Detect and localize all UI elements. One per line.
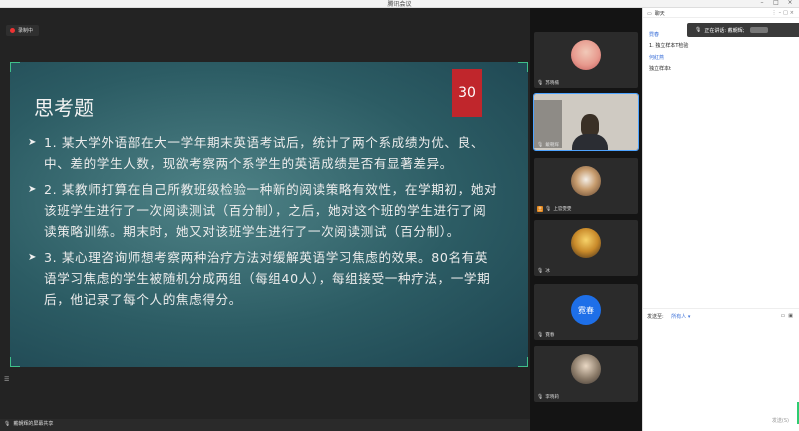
screen-share-indicator: 🎙 戴朝辉的屏幕共享 — [4, 420, 54, 428]
mic-icon: 🎙 — [4, 420, 11, 427]
speaker-avatar-blur — [750, 27, 769, 33]
chat-message-text: 1. 独立样本T检验 — [649, 43, 689, 49]
main-bottom-bar: 🎙 戴朝辉的屏幕共享 — [0, 419, 530, 431]
corner-mark — [10, 357, 20, 367]
chat-bubble-icon: ▭ — [647, 11, 652, 17]
participant-name-row: 🎙 冰 — [537, 268, 550, 274]
participant-name-row: 🎙 霓春 — [537, 332, 554, 338]
participant-name: 冰 — [545, 269, 550, 274]
minimize-icon[interactable]: – — [757, 0, 767, 6]
participant-tile[interactable]: 🎙 冰 — [534, 220, 638, 276]
bullet-text: 3. 某心理咨询师想考察两种治疗方法对缓解英语学习焦虑的效果。80名有英语学习焦… — [44, 250, 491, 307]
participant-name: 戴朝辉 — [545, 143, 559, 148]
send-to-dropdown[interactable]: 所有人 ▾ — [671, 314, 690, 320]
chat-panel: ▭ 聊天 ⋮–□× 🎙 正在讲话: 戴朝辉; 霓春 1. 独立样本T检验 何紅燕 … — [642, 8, 799, 431]
menu-icon[interactable]: ☰ — [4, 376, 9, 383]
share-label: 戴朝辉的屏幕共享 — [13, 421, 54, 427]
send-to-value: 所有人 — [671, 314, 687, 320]
arrow-bullet-icon: ➤ — [28, 184, 37, 195]
avatar: 霓春 — [571, 295, 601, 325]
participant-tile[interactable]: 霓春 🎙 霓春 — [534, 284, 638, 340]
participant-name: 李晓莉 — [545, 395, 559, 400]
recording-label: 录制中 — [18, 28, 34, 34]
meeting-app: 腾讯会议 – □ × 录制中 思考题 30 ➤ 1. 某大学外语部在大一学年期末英… — [0, 0, 799, 431]
slide-bullet: ➤ 1. 某大学外语部在大一学年期末英语考试后，统计了两个系成绩为优、良、中、差的… — [28, 132, 498, 174]
corner-mark — [518, 357, 528, 367]
participant-name-row: 🎙 李晓莉 — [537, 394, 559, 400]
avatar — [571, 166, 601, 196]
participant-tile[interactable]: 🎙 李晓莉 — [534, 346, 638, 402]
chat-window-controls[interactable]: ⋮–□× — [772, 10, 796, 16]
slide-bullet: ➤ 3. 某心理咨询师想考察两种治疗方法对缓解英语学习焦虑的效果。80名有英语学习… — [28, 247, 498, 310]
title-bar: 腾讯会议 – □ × — [0, 0, 799, 8]
mic-icon: 🎙 — [537, 332, 544, 338]
slide-title: 思考题 — [34, 96, 94, 120]
participant-list: 🎙 苏晓楠 🎙 戴朝辉 主 🎙 上官雯雯 🎙 冰 霓春 🎙 霓春 🎙 李晓莉 — [530, 8, 642, 431]
slide-bullet-list: ➤ 1. 某大学外语部在大一学年期末英语考试后，统计了两个系成绩为优、良、中、差的… — [28, 132, 498, 315]
slide-bullet: ➤ 2. 某教师打算在自己所教班级检验一种新的阅读策略有效性，在学期初，她对该班学… — [28, 179, 498, 242]
shared-screen-area: 录制中 思考题 30 ➤ 1. 某大学外语部在大一学年期末英语考试后，统计了两个系… — [0, 8, 530, 419]
participant-tile[interactable]: 主 🎙 上官雯雯 — [534, 158, 638, 214]
mic-icon: 🎙 — [537, 394, 544, 400]
bullet-text: 1. 某大学外语部在大一学年期末英语考试后，统计了两个系成绩为优、良、中、差的学… — [44, 135, 485, 171]
speaking-label: 正在讲话: 戴朝辉; — [704, 27, 745, 34]
chat-message-sender[interactable]: 霓春 — [649, 31, 659, 38]
video-person — [581, 114, 599, 136]
participant-name: 霓春 — [545, 333, 555, 338]
window-title: 腾讯会议 — [387, 1, 412, 8]
arrow-bullet-icon: ➤ — [28, 252, 37, 263]
corner-mark — [10, 62, 20, 72]
mic-icon: 🎙 — [545, 206, 552, 212]
speaking-indicator: 🎙 正在讲话: 戴朝辉; — [687, 23, 799, 37]
arrow-bullet-icon: ➤ — [28, 137, 37, 148]
host-badge: 主 — [537, 206, 543, 212]
close-icon[interactable]: × — [785, 0, 795, 6]
send-target-row: 发送至: 所有人 ▾ ▭▣ — [643, 308, 799, 322]
participant-name-row: 主 🎙 上官雯雯 — [537, 206, 571, 212]
mic-icon: 🎙 — [537, 142, 544, 148]
participant-name-row: 🎙 戴朝辉 — [537, 142, 559, 148]
video-background — [534, 100, 562, 148]
presentation-slide: 思考题 30 ➤ 1. 某大学外语部在大一学年期末英语考试后，统计了两个系成绩为优… — [10, 62, 528, 367]
record-dot-icon — [10, 28, 15, 33]
chat-message-sender[interactable]: 何紅燕 — [649, 54, 664, 61]
participant-tile[interactable]: 🎙 苏晓楠 — [534, 32, 638, 88]
avatar — [571, 228, 601, 258]
bullet-text: 2. 某教师打算在自己所教班级检验一种新的阅读策略有效性，在学期初，她对该班学生… — [44, 182, 498, 239]
mic-icon: 🎙 — [537, 268, 544, 274]
send-button[interactable]: 发送(S) — [772, 417, 789, 424]
mic-icon: 🎙 — [695, 27, 702, 33]
avatar — [571, 40, 601, 70]
maximize-icon[interactable]: □ — [771, 0, 781, 6]
participant-name: 苏晓楠 — [545, 81, 559, 86]
participant-name: 上官雯雯 — [553, 207, 572, 212]
slide-page-number: 30 — [452, 69, 482, 117]
chat-tool-icons[interactable]: ▭▣ — [781, 313, 796, 319]
mic-icon: 🎙 — [537, 80, 544, 86]
chat-title: 聊天 — [654, 11, 665, 17]
avatar — [571, 354, 601, 384]
participant-tile[interactable]: 🎙 戴朝辉 — [533, 93, 639, 151]
video-person-body — [572, 134, 608, 150]
chat-header: ▭ 聊天 ⋮–□× — [643, 8, 799, 18]
send-to-label: 发送至: — [647, 314, 664, 320]
participant-name-row: 🎙 苏晓楠 — [537, 80, 559, 86]
recording-indicator[interactable]: 录制中 — [6, 25, 40, 36]
corner-mark — [518, 62, 528, 72]
chat-message-text: 独立样本t — [649, 66, 671, 72]
